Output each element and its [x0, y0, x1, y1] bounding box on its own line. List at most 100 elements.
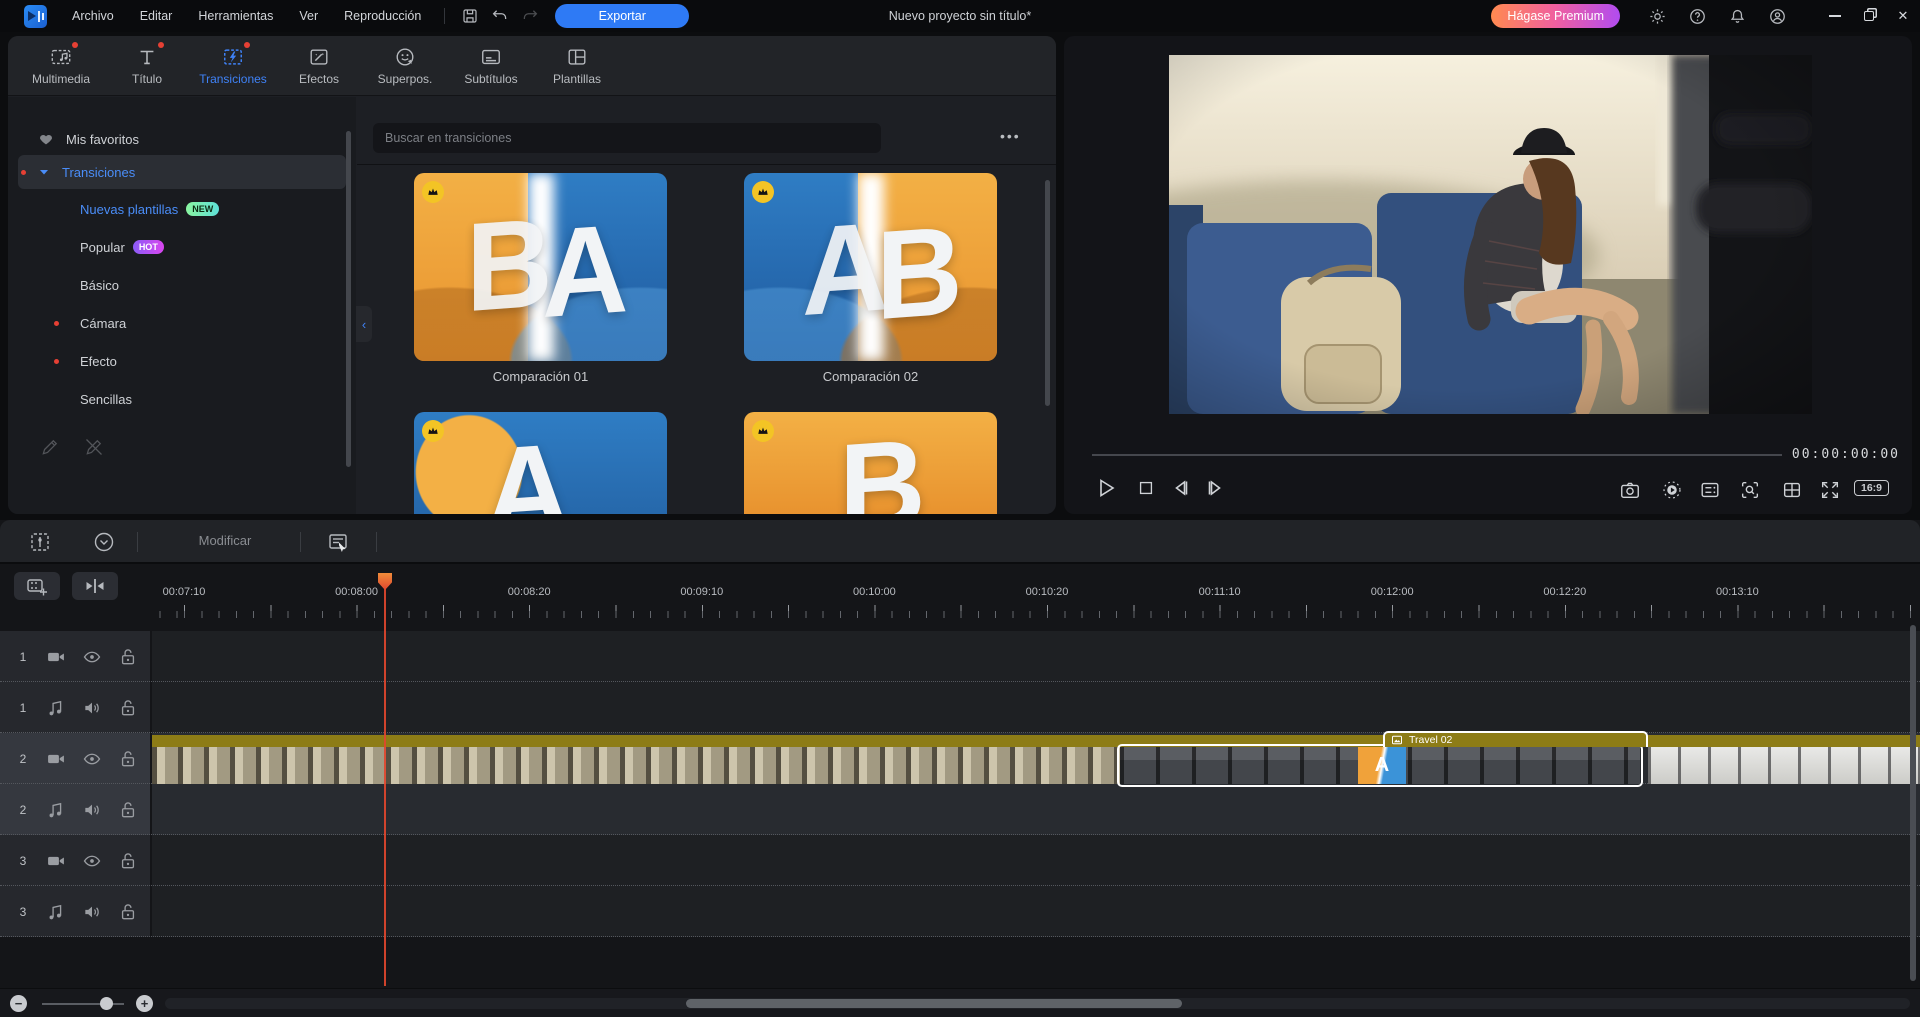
timeline-collapse-button[interactable] [92, 530, 116, 554]
clip-label[interactable]: Travel 02 [1383, 731, 1648, 747]
tab-transiciones[interactable]: Transiciones [190, 38, 276, 94]
toggle-visibility-button[interactable] [82, 647, 102, 667]
transition-card-3[interactable]: A [414, 412, 667, 514]
snap-button[interactable] [72, 572, 118, 600]
camera-icon [46, 851, 66, 871]
music-note-icon [46, 800, 66, 820]
divider [444, 8, 445, 24]
more-options-button[interactable]: ••• [1000, 128, 1021, 144]
sidebar-item-camara[interactable]: Cámara [8, 306, 356, 340]
mute-track-button[interactable] [82, 698, 102, 718]
video-clip-3[interactable] [1648, 747, 1920, 784]
mute-track-button[interactable] [82, 800, 102, 820]
media-panel: Multimedia Título Transiciones Efectos S… [8, 36, 1056, 514]
menu-ver[interactable]: Ver [286, 0, 331, 32]
search-input[interactable] [373, 123, 881, 153]
account-button[interactable] [1762, 4, 1792, 28]
toggle-visibility-button[interactable] [82, 851, 102, 871]
camera-snapshot-icon [1619, 479, 1641, 501]
open-panel-button[interactable] [326, 530, 350, 554]
maximize-button[interactable] [1852, 0, 1886, 32]
overlays-icon [394, 46, 416, 68]
lock-track-button[interactable] [118, 800, 138, 820]
next-frame-icon [1202, 476, 1226, 500]
selected-clip-outline[interactable] [1117, 744, 1643, 787]
tab-superposiciones[interactable]: Superpos. [362, 38, 448, 94]
undo-button[interactable] [485, 4, 515, 28]
sidebar-item-sencillas[interactable]: Sencillas [8, 382, 356, 416]
adjust-tool-button[interactable] [28, 530, 52, 554]
menu-archivo[interactable]: Archivo [59, 0, 127, 32]
tab-titulo[interactable]: Título [104, 38, 190, 94]
sidebar-item-transiciones[interactable]: Transiciones [8, 155, 356, 189]
zoom-in-button[interactable]: + [136, 995, 153, 1012]
titlebar: Archivo Editar Herramientas Ver Reproduc… [0, 0, 1920, 32]
add-track-button[interactable] [14, 572, 60, 600]
divider [137, 532, 138, 552]
ruler-minor-ticks [152, 611, 1920, 618]
camera-icon [46, 749, 66, 769]
menu-herramientas[interactable]: Herramientas [185, 0, 286, 32]
track-header-audio-3: 3 [0, 886, 150, 937]
menu-reproduccion[interactable]: Reproducción [331, 0, 434, 32]
notifications-button[interactable] [1722, 4, 1752, 28]
next-frame-button[interactable] [1200, 474, 1228, 502]
timeline-vertical-scrollbar[interactable] [1910, 625, 1916, 981]
help-button[interactable] [1682, 4, 1712, 28]
lock-track-button[interactable] [118, 851, 138, 871]
tab-efectos[interactable]: Efectos [276, 38, 362, 94]
video-viewport [1169, 55, 1812, 414]
close-button[interactable]: ✕ [1886, 0, 1920, 32]
zoom-out-button[interactable]: − [10, 995, 27, 1012]
modify-button[interactable]: Modificar [170, 533, 280, 548]
lock-track-button[interactable] [118, 749, 138, 769]
export-button[interactable]: Exportar [555, 4, 689, 28]
zoom-fit-button[interactable] [1736, 476, 1764, 504]
transition-card-comparacion-01[interactable]: B A [414, 173, 667, 361]
minimize-button[interactable] [1818, 0, 1852, 32]
ruler-labels[interactable]: 00:07:1000:08:0000:08:2000:09:1000:10:00… [152, 586, 1920, 602]
lock-track-button[interactable] [118, 698, 138, 718]
snapshot-button[interactable] [1616, 476, 1644, 504]
lock-track-button[interactable] [118, 647, 138, 667]
sidebar-item-popular[interactable]: Popular HOT [8, 230, 356, 264]
settings-button[interactable] [1642, 4, 1672, 28]
marker-list-button[interactable] [1696, 476, 1724, 504]
mute-track-button[interactable] [82, 902, 102, 922]
transition-card-comparacion-02[interactable]: A B [744, 173, 997, 361]
fullscreen-button[interactable] [1816, 476, 1844, 504]
browser-scrollbar[interactable] [1045, 180, 1050, 406]
render-preview-button[interactable] [1658, 476, 1686, 504]
save-button[interactable] [455, 4, 485, 28]
previous-frame-button[interactable] [1168, 474, 1196, 502]
lock-track-button[interactable] [118, 902, 138, 922]
sidebar-scrollbar[interactable] [346, 131, 351, 467]
gear-icon [1648, 7, 1667, 26]
split-screen-button[interactable] [1778, 476, 1806, 504]
sidebar-item-favorites[interactable]: Mis favoritos [8, 122, 356, 156]
video-clip-1[interactable] [152, 747, 1120, 784]
multimedia-icon [50, 46, 72, 68]
toggle-visibility-button[interactable] [82, 749, 102, 769]
collapse-sidebar-button[interactable]: ‹ [356, 306, 372, 342]
play-button[interactable] [1092, 474, 1120, 502]
tab-multimedia[interactable]: Multimedia [18, 38, 104, 94]
sidebar-item-nuevas-plantillas[interactable]: Nuevas plantillas NEW [8, 192, 356, 226]
clip-header-bar[interactable] [152, 735, 1920, 747]
sidebar-item-efecto[interactable]: Efecto [8, 344, 356, 378]
premium-button[interactable]: Hágase Premium [1491, 4, 1620, 28]
sidebar-item-basico[interactable]: Básico [8, 268, 356, 302]
aspect-ratio-button[interactable]: 16:9 [1854, 480, 1889, 496]
timeline-bottom-bar: − + [0, 988, 1920, 1017]
scrollbar-thumb[interactable] [686, 999, 1182, 1008]
zoom-slider-knob[interactable] [100, 997, 113, 1010]
redo-button[interactable] [515, 4, 545, 28]
tab-subtitulos[interactable]: Subtítulos [448, 38, 534, 94]
timeline-horizontal-scrollbar[interactable] [165, 998, 1910, 1009]
seek-bar[interactable] [1092, 454, 1782, 456]
menu-editar[interactable]: Editar [127, 0, 186, 32]
stop-button[interactable] [1132, 474, 1160, 502]
track-header-video-2: 2 [0, 733, 150, 784]
tab-plantillas[interactable]: Plantillas [534, 38, 620, 94]
transition-card-4[interactable]: B [744, 412, 997, 514]
